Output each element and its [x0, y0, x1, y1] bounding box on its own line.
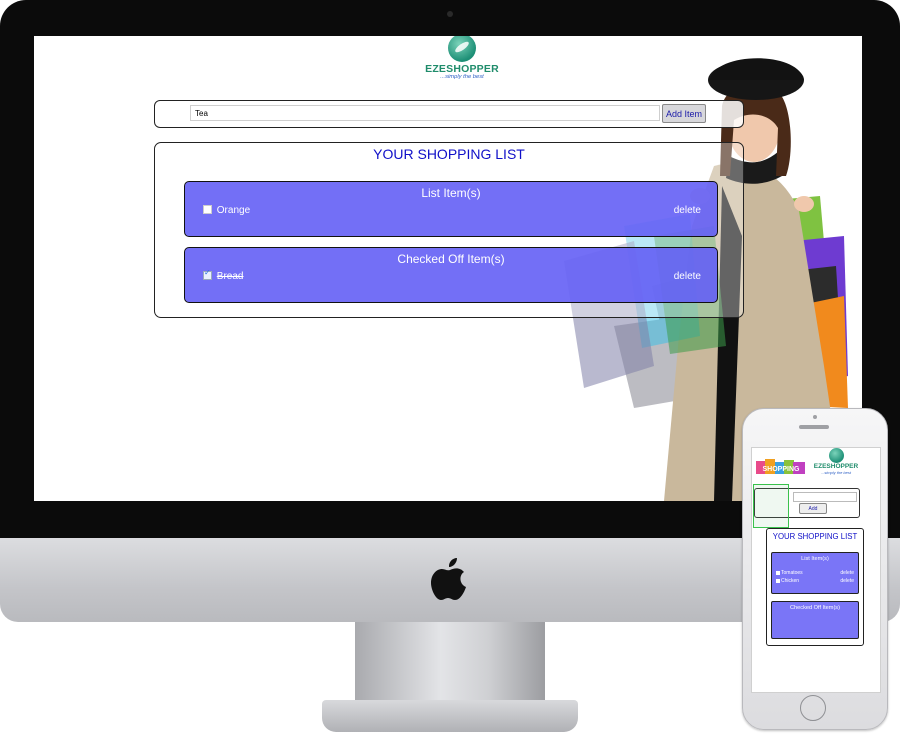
mobile-shopping-list-title: YOUR SHOPPING LIST: [772, 532, 858, 541]
delete-link[interactable]: delete: [674, 271, 701, 282]
item-checkbox[interactable]: [776, 578, 780, 583]
front-camera-icon: [813, 415, 817, 419]
item-name: Bread: [216, 271, 244, 282]
item-name: Tomatoes: [781, 570, 803, 576]
home-button[interactable]: [800, 695, 826, 721]
speaker-grille: [799, 425, 829, 429]
add-item-button[interactable]: Add Item: [662, 104, 706, 123]
mobile-brand-tagline: ...simply the best: [820, 470, 851, 475]
mobile-add-button[interactable]: Add: [799, 503, 827, 514]
item-checkbox-checked[interactable]: [203, 268, 212, 280]
list-items-section: List Item(s) Orange delete: [184, 181, 718, 237]
mobile-overlay-thumbnail: [753, 484, 789, 528]
mobile-screen: SHOPPING EZESHOPPER ...simply the best A…: [751, 447, 881, 693]
item-checkbox[interactable]: [203, 205, 212, 214]
checked-item: Bread delete: [203, 268, 701, 285]
shopping-bags-icon: SHOPPING: [756, 459, 805, 474]
imac-stand: [355, 622, 545, 710]
imac-stand-base: [322, 700, 578, 732]
mobile-list-items-section: List Item(s) Tomatoes delete Chicken del…: [771, 552, 859, 594]
item-name: Orange: [216, 205, 251, 216]
item-input[interactable]: [190, 105, 660, 121]
item-checkbox[interactable]: [776, 570, 780, 575]
item-name: Chicken: [781, 578, 800, 584]
delete-link[interactable]: delete: [840, 578, 854, 584]
mobile-list-item: Chicken delete: [776, 578, 854, 585]
add-item-form: Add Item: [154, 100, 744, 128]
list-items-title: List Item(s): [421, 186, 481, 200]
brand-logo: EZESHOPPER ...simply the best: [422, 36, 502, 80]
iphone: SHOPPING EZESHOPPER ...simply the best A…: [742, 408, 888, 730]
mobile-brand-name: EZESHOPPER: [813, 463, 859, 470]
shopping-list-title: YOUR SHOPPING LIST: [373, 146, 525, 162]
mobile-item-input[interactable]: [793, 492, 857, 502]
list-item: Orange delete: [203, 205, 701, 219]
mobile-list-item: Tomatoes delete: [776, 570, 854, 577]
mobile-checked-items-title: Checked Off Item(s): [790, 605, 840, 611]
shopping-list-panel: YOUR SHOPPING LIST List Item(s) Orange d…: [154, 142, 744, 318]
mobile-list-items-title: List Item(s): [801, 556, 829, 562]
logo-icon: [828, 448, 844, 463]
desktop-screen: EZESHOPPER ...simply the best Add Item Y…: [34, 36, 862, 501]
mobile-shopping-list-panel: YOUR SHOPPING LIST List Item(s) Tomatoes…: [766, 528, 864, 646]
mobile-brand-logo: EZESHOPPER ...simply the best: [808, 448, 864, 475]
svg-text:SHOPPING: SHOPPING: [763, 466, 801, 473]
delete-link[interactable]: delete: [840, 570, 854, 576]
delete-link[interactable]: delete: [674, 205, 701, 216]
checked-items-title: Checked Off Item(s): [397, 252, 505, 266]
checked-items-section: Checked Off Item(s) Bread delete: [184, 247, 718, 303]
camera-icon: [447, 11, 453, 17]
mobile-checked-items-section: Checked Off Item(s): [771, 601, 859, 639]
logo-icon: [448, 36, 476, 62]
apple-logo-icon: [431, 558, 466, 600]
